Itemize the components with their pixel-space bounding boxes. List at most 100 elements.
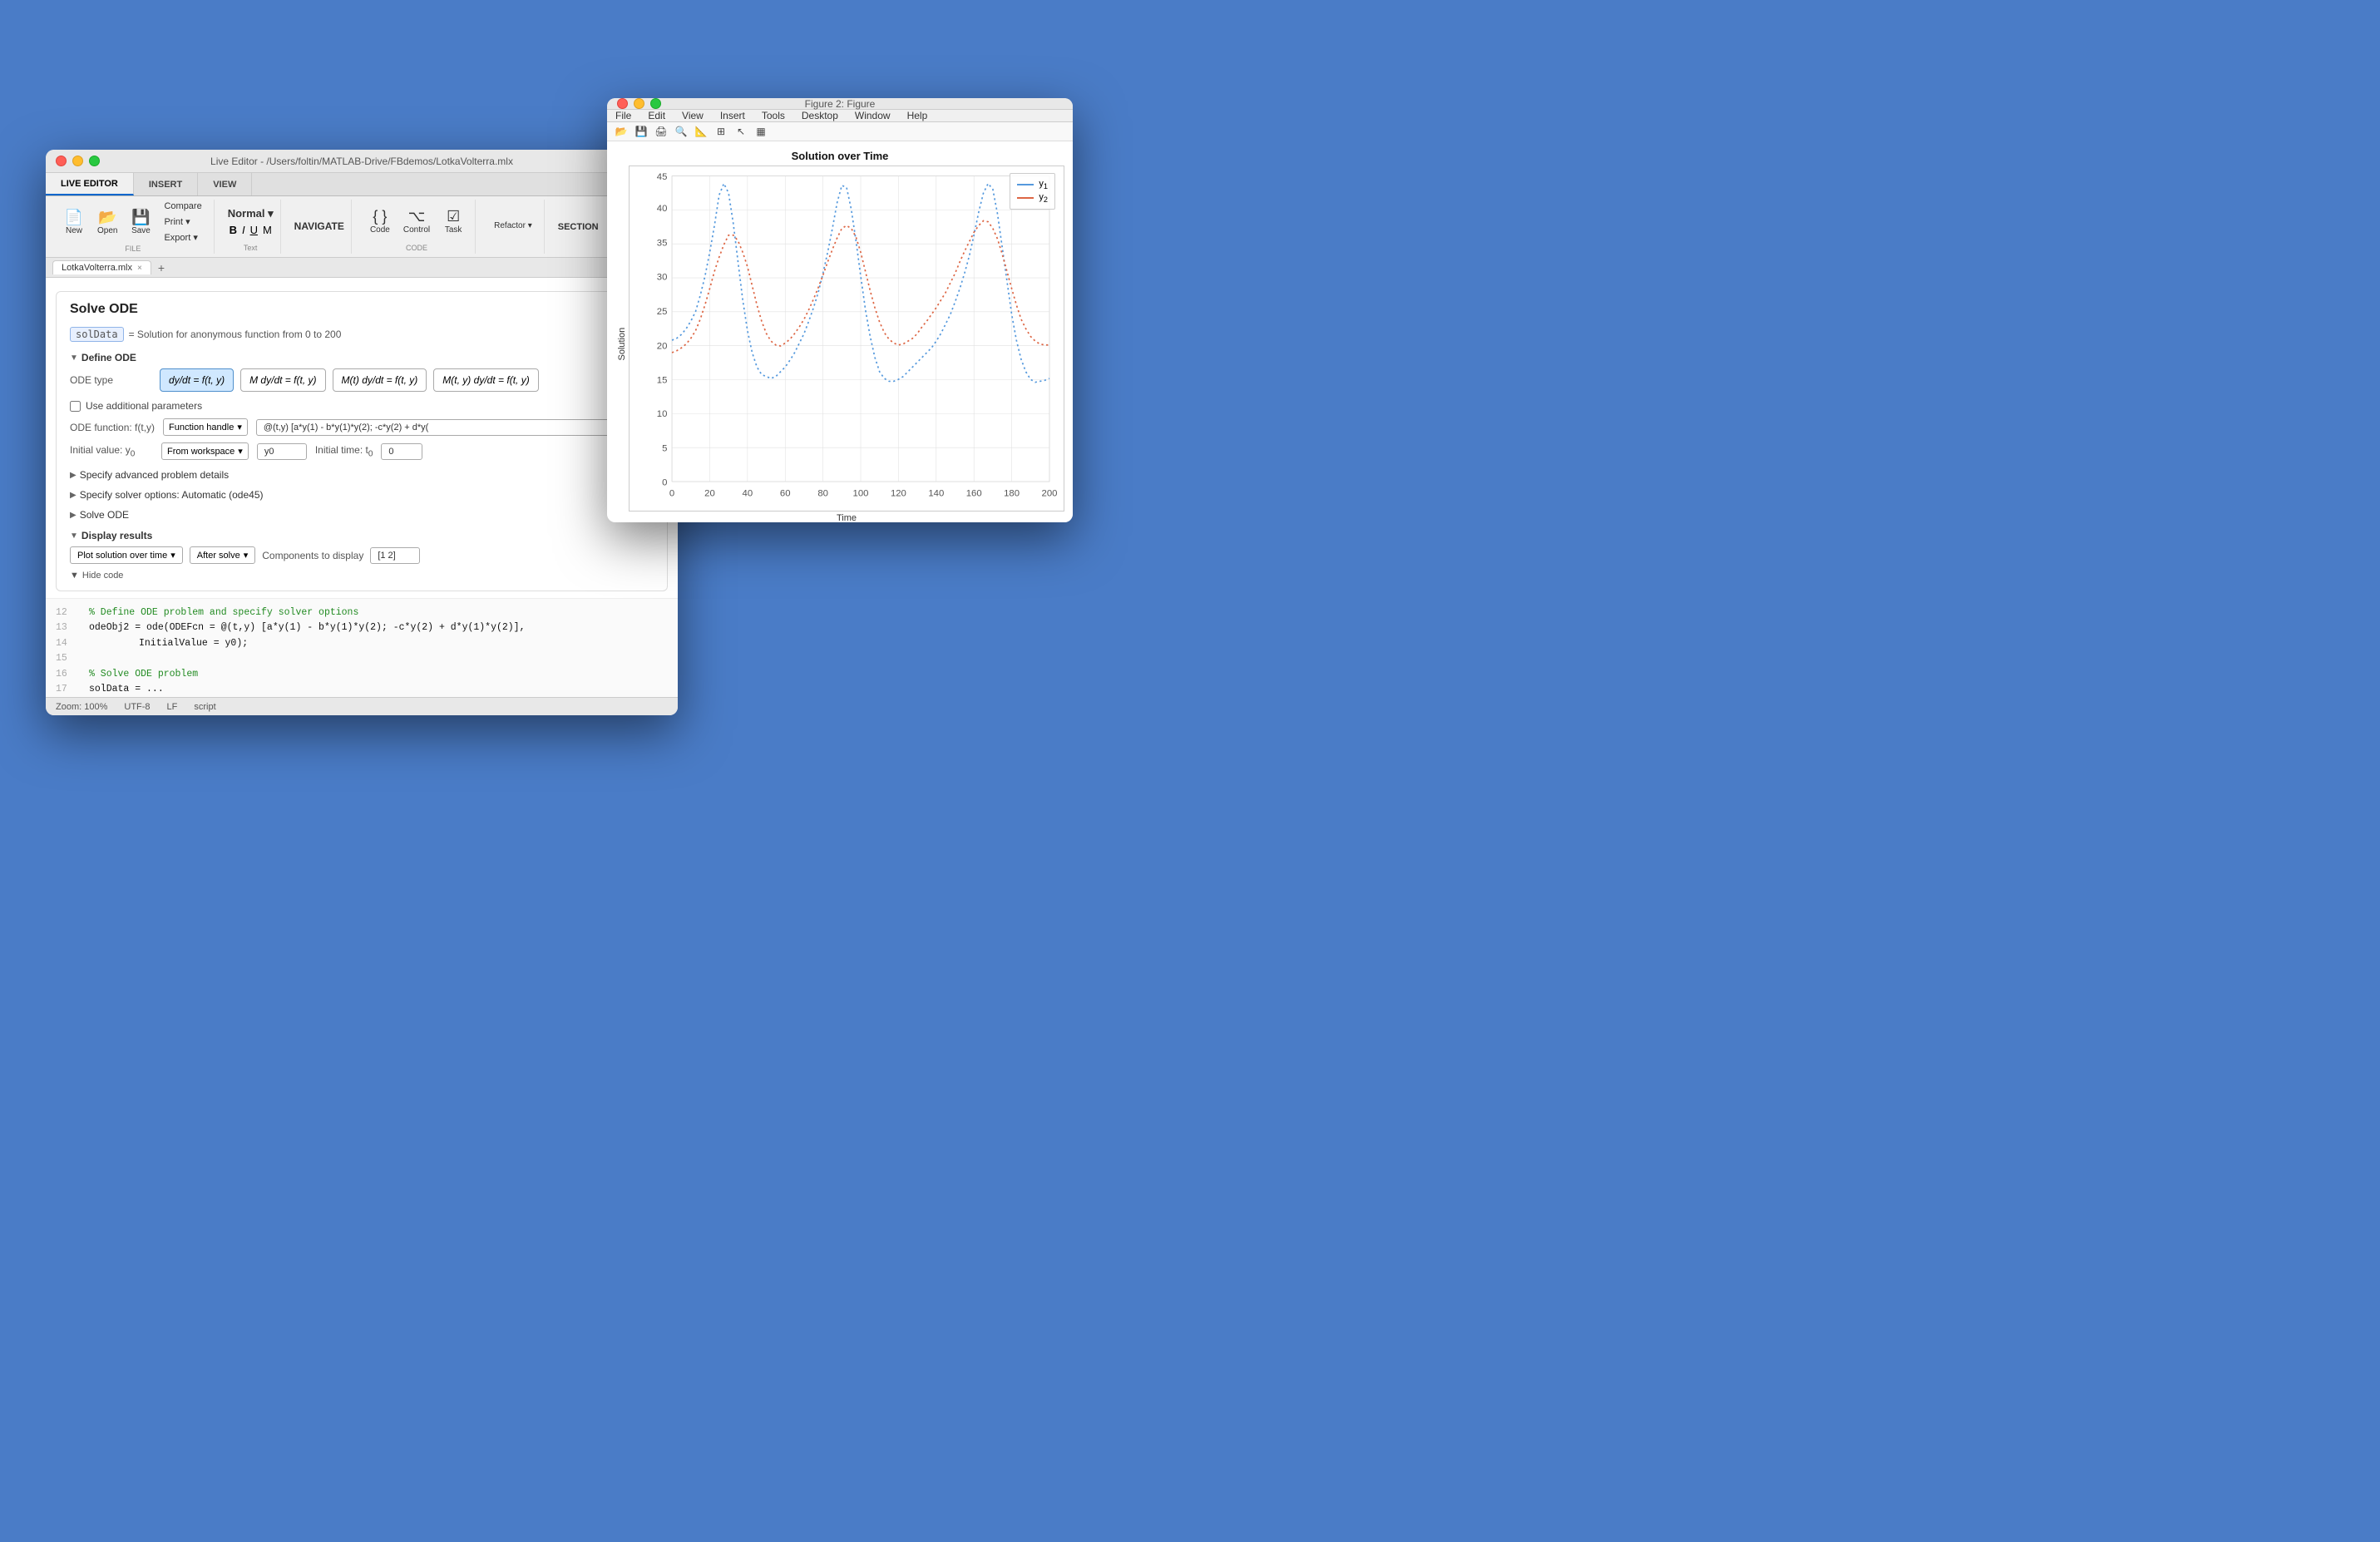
display-results-arrow: ▼	[70, 531, 78, 541]
mono-button[interactable]: M	[263, 224, 272, 236]
menu-desktop[interactable]: Desktop	[793, 110, 847, 121]
menu-insert[interactable]: Insert	[712, 110, 753, 121]
doc-tab-lotkavolterra[interactable]: LotkaVolterra.mlx ×	[52, 260, 151, 274]
doc-tab-add-button[interactable]: +	[155, 261, 168, 274]
open-icon: 📂	[98, 210, 116, 225]
italic-button[interactable]: I	[242, 224, 245, 236]
tab-view[interactable]: VIEW	[198, 173, 252, 195]
ode-eq-btn-4[interactable]: M(t, y) dy/dt = f(t, y)	[433, 368, 538, 392]
solve-section[interactable]: ▶ Solve ODE	[70, 507, 654, 523]
section-label: SECTION	[558, 222, 599, 232]
fig-layout-btn[interactable]: ▦	[752, 122, 770, 141]
task-button[interactable]: ☑ Task	[438, 205, 468, 238]
ode-type-label: ODE type	[70, 374, 153, 386]
svg-text:140: 140	[928, 488, 944, 498]
solver-arrow: ▶	[70, 491, 77, 500]
fig-measure-btn[interactable]: 📐	[692, 122, 710, 141]
editor-tab-bar: LIVE EDITOR INSERT VIEW	[46, 173, 678, 196]
save-label: Save	[131, 226, 151, 235]
additional-params-label: Use additional parameters	[86, 400, 202, 412]
menu-view[interactable]: View	[674, 110, 712, 121]
svg-text:5: 5	[662, 443, 667, 453]
code-button[interactable]: { } Code	[365, 205, 395, 238]
line-num-16: 16	[56, 667, 81, 682]
fig-save-btn[interactable]: 💾	[632, 122, 650, 141]
ode-function-select[interactable]: Function handle ▾	[163, 418, 248, 436]
close-button[interactable]	[56, 156, 67, 166]
ode-eq-btn-2[interactable]: M dy/dt = f(t, y)	[240, 368, 325, 392]
figure-close-button[interactable]	[617, 98, 628, 109]
code-line-17: 17 solData = ...	[56, 682, 668, 697]
solver-section[interactable]: ▶ Specify solver options: Automatic (ode…	[70, 487, 654, 503]
open-button[interactable]: 📂 Open	[92, 206, 122, 239]
print-button[interactable]: Print ▾	[159, 215, 206, 229]
save-button[interactable]: 💾 Save	[126, 206, 156, 239]
legend-y2-label: y2	[1039, 192, 1048, 204]
advanced-section[interactable]: ▶ Specify advanced problem details	[70, 467, 654, 483]
figure-maximize-button[interactable]	[650, 98, 661, 109]
fig-cursor-btn[interactable]: ↖	[732, 122, 750, 141]
plot-chart: y1 y2 .grid-line { stroke: #e0e0e0; stro…	[629, 166, 1064, 512]
control-icon: ⌥	[408, 209, 426, 224]
menu-window[interactable]: Window	[847, 110, 899, 121]
initial-value-select[interactable]: From workspace ▾	[161, 442, 249, 460]
define-ode-header[interactable]: ▼ Define ODE	[70, 352, 654, 363]
tab-live-editor[interactable]: LIVE EDITOR	[46, 173, 134, 195]
ode-var: solData	[70, 327, 124, 342]
export-label: Export ▾	[164, 232, 197, 243]
menu-edit[interactable]: Edit	[639, 110, 674, 121]
ode-eq-btn-3[interactable]: M(t) dy/dt = f(t, y)	[333, 368, 427, 392]
window-controls	[56, 156, 100, 166]
svg-text:40: 40	[743, 488, 753, 498]
initial-value-input[interactable]	[257, 443, 307, 460]
initial-time-input[interactable]	[381, 443, 422, 460]
components-input[interactable]	[370, 547, 420, 564]
compare-button[interactable]: Compare	[159, 200, 206, 213]
bold-button[interactable]: B	[230, 224, 237, 236]
figure-window-controls	[617, 98, 661, 109]
legend-y1: y1	[1017, 179, 1048, 190]
fig-open-btn[interactable]: 📂	[612, 122, 630, 141]
navigate-button[interactable]: NAVIGATE	[294, 220, 344, 232]
additional-params-checkbox[interactable]	[70, 401, 81, 412]
new-button[interactable]: 📄 New	[59, 206, 89, 239]
display-results-label: Display results	[81, 530, 152, 541]
refactor-button[interactable]: Refactor ▾	[489, 218, 537, 234]
fig-grid-btn[interactable]: ⊞	[712, 122, 730, 141]
ode-block: Solve ODE ▶ Au solData = Solution for an…	[56, 291, 668, 591]
underline-button[interactable]: U	[250, 224, 258, 236]
normal-dropdown[interactable]: Normal ▾	[228, 207, 274, 220]
define-ode-arrow: ▼	[70, 353, 78, 363]
compare-label: Compare	[164, 201, 201, 211]
menu-tools[interactable]: Tools	[753, 110, 793, 121]
plot-y-label: Solution	[615, 166, 629, 522]
menu-help[interactable]: Help	[899, 110, 936, 121]
code-comment-12: % Define ODE problem and specify solver …	[89, 605, 358, 620]
minimize-button[interactable]	[72, 156, 83, 166]
legend-y2-line	[1017, 197, 1034, 199]
ode-function-input[interactable]	[256, 419, 639, 436]
ode-eq-btn-1[interactable]: dy/dt = f(t, y)	[160, 368, 234, 392]
ribbon-text-group: Normal ▾ B I U M Text	[221, 200, 281, 254]
fig-zoom-btn[interactable]: 🔍	[672, 122, 690, 141]
hide-code-row[interactable]: ▼ Hide code	[70, 571, 654, 581]
ode-function-select-label: Function handle	[169, 423, 234, 432]
control-label: Control	[403, 225, 430, 235]
editor-main: Solve ODE ▶ Au solData = Solution for an…	[46, 278, 678, 697]
menu-file[interactable]: File	[607, 110, 639, 121]
control-button[interactable]: ⌥ Control	[398, 205, 435, 238]
maximize-button[interactable]	[89, 156, 100, 166]
ode-function-row: ODE function: f(t,y) Function handle ▾ ?	[70, 418, 654, 436]
after-solve-dropdown[interactable]: After solve ▾	[190, 546, 256, 564]
tab-insert[interactable]: INSERT	[134, 173, 198, 195]
code-line-15: 15	[56, 651, 668, 666]
plot-dropdown[interactable]: Plot solution over time ▾	[70, 546, 183, 564]
export-button[interactable]: Export ▾	[159, 230, 206, 245]
figure-minimize-button[interactable]	[634, 98, 644, 109]
doc-tab-close-button[interactable]: ×	[137, 264, 142, 273]
svg-text:180: 180	[1004, 488, 1020, 498]
ribbon-file-group: 📄 New 📂 Open 💾 Save Compare Print ▾	[52, 200, 215, 254]
fig-print-btn[interactable]: 🖨	[652, 122, 670, 141]
display-results-header[interactable]: ▼ Display results	[70, 530, 654, 541]
text-group-label: Text	[244, 244, 258, 254]
